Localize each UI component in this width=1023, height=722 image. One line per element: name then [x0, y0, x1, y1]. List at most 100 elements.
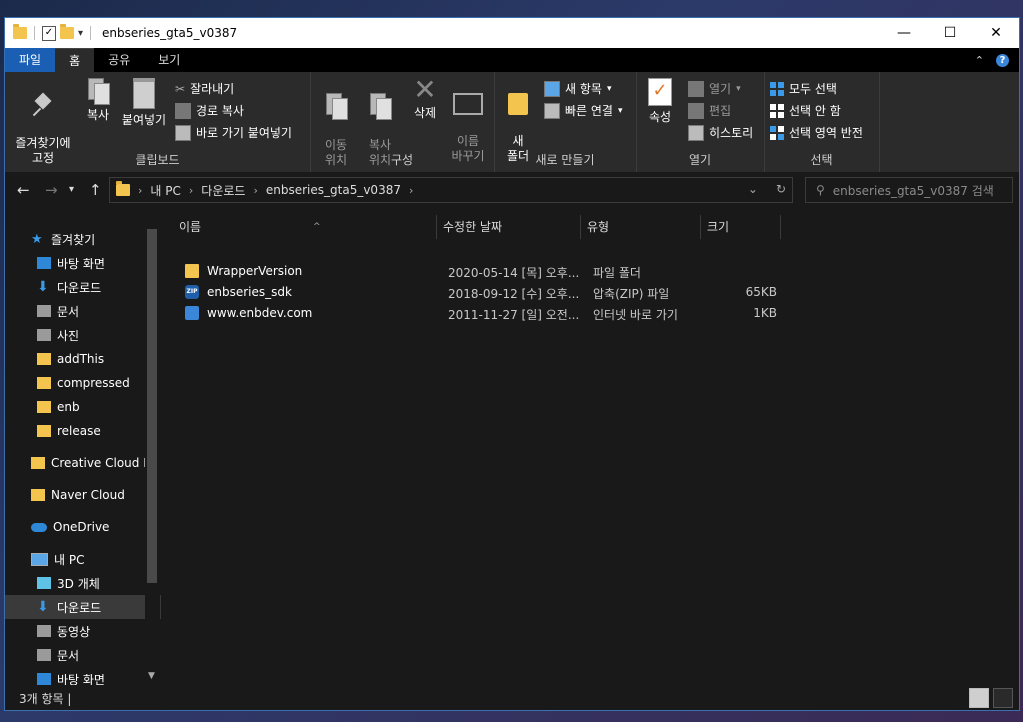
- select-none-icon: [770, 103, 784, 118]
- file-list: 이름 ^ 수정한 날짜 유형 크기 WrapperVersion 2020-05…: [161, 207, 1019, 685]
- document-icon: [37, 649, 51, 661]
- breadcrumb-this-pc[interactable]: 내 PC: [150, 182, 180, 199]
- download-arrow-icon: ⬇: [37, 279, 49, 295]
- nav-this-pc[interactable]: 내 PC: [5, 547, 161, 571]
- select-all-button[interactable]: 모두 선택: [770, 80, 837, 97]
- large-icons-view-button[interactable]: [993, 688, 1013, 708]
- edit-button[interactable]: 편집: [688, 102, 731, 119]
- select-group-label: 선택: [810, 153, 833, 167]
- navigation-pane: ★ 즐겨찾기 바탕 화면 📌 ⬇ 다운로드 📌 문서 📌 사진 📌 addThi…: [5, 215, 161, 685]
- folder-icon: [31, 489, 45, 501]
- paste-button[interactable]: 붙여넣기: [119, 78, 169, 128]
- copy-path-button[interactable]: 경로 복사: [175, 102, 244, 119]
- breadcrumb-downloads[interactable]: 다운로드: [201, 182, 245, 199]
- window-title: enbseries_gta5_v0387: [102, 26, 238, 40]
- nav-item-3d-objects[interactable]: 3D 개체: [5, 571, 161, 595]
- tab-share[interactable]: 공유: [94, 48, 144, 72]
- tab-view[interactable]: 보기: [144, 48, 194, 72]
- nav-item-enb[interactable]: enb: [5, 395, 161, 419]
- column-header-date[interactable]: 수정한 날짜: [437, 215, 581, 239]
- tab-home[interactable]: 홈: [55, 47, 95, 73]
- collapse-ribbon-icon[interactable]: ⌃: [975, 54, 984, 67]
- cut-button[interactable]: ✂ 잘라내기: [175, 80, 234, 97]
- folder-icon: [37, 425, 51, 437]
- chevron-down-icon: ▾: [736, 83, 741, 94]
- nav-item-release[interactable]: release: [5, 419, 161, 443]
- chevron-right-icon[interactable]: ›: [138, 184, 142, 197]
- nav-item-videos[interactable]: 동영상: [5, 619, 161, 643]
- column-header-name[interactable]: 이름 ^: [173, 215, 437, 239]
- ribbon-tabs: 파일 홈 공유 보기 ⌃ ?: [5, 47, 1019, 73]
- move-to-icon: [326, 93, 348, 120]
- copy-icon: [88, 78, 110, 105]
- nav-naver-cloud[interactable]: Naver Cloud: [5, 483, 161, 507]
- chevron-right-icon[interactable]: ›: [409, 184, 413, 197]
- chevron-right-icon[interactable]: ›: [253, 184, 257, 197]
- properties-button[interactable]: ✓ 속성: [642, 78, 678, 125]
- nav-item-pc-documents[interactable]: 문서: [5, 643, 161, 667]
- nav-item-documents[interactable]: 문서 📌: [5, 299, 161, 323]
- breadcrumb-current-folder[interactable]: enbseries_gta5_v0387: [266, 183, 401, 197]
- nav-item-desktop[interactable]: 바탕 화면 📌: [5, 251, 161, 275]
- folder-icon: [13, 24, 27, 39]
- search-box[interactable]: ⚲ enbseries_gta5_v0387 검색: [805, 177, 1013, 203]
- nav-creative-cloud[interactable]: Creative Cloud Fil: [5, 451, 161, 475]
- file-row-wrapperversion[interactable]: WrapperVersion 2020-05-14 [목] 오후... 파일 폴…: [179, 261, 779, 282]
- maximize-button[interactable]: ☐: [927, 18, 973, 48]
- file-date: 2011-11-27 [일] 오전...: [448, 308, 580, 322]
- details-view-button[interactable]: [969, 688, 989, 708]
- delete-button[interactable]: ✕ 삭제: [408, 73, 442, 121]
- tab-file[interactable]: 파일: [5, 48, 56, 72]
- file-type: 인터넷 바로 가기: [593, 308, 678, 322]
- column-header-size[interactable]: 크기: [701, 215, 781, 239]
- back-button[interactable]: ←: [17, 181, 30, 199]
- history-button[interactable]: 히스토리: [688, 124, 753, 141]
- paste-shortcut-button[interactable]: 바로 가기 붙여넣기: [175, 124, 292, 141]
- new-item-icon: [544, 80, 560, 97]
- sort-ascending-icon: ^: [313, 222, 321, 232]
- nav-scrollbar-thumb[interactable]: [147, 229, 157, 583]
- address-bar-row: ← → ▾ ↑ › 내 PC › 다운로드 › enbseries_gta5_v…: [5, 173, 1019, 207]
- file-row-enbseries-sdk[interactable]: ZIP enbseries_sdk 2018-09-12 [수] 오후... 압…: [179, 282, 779, 303]
- organize-group-label: 구성: [390, 153, 414, 167]
- minimize-button[interactable]: —: [881, 18, 927, 48]
- address-dropdown-icon[interactable]: ⌄: [748, 182, 758, 196]
- up-button[interactable]: ↑: [89, 181, 102, 199]
- pin-icon: [34, 93, 52, 117]
- star-icon: ★: [31, 231, 43, 247]
- new-folder-quick-icon[interactable]: [60, 24, 74, 39]
- nav-item-pc-desktop[interactable]: 바탕 화면: [5, 667, 161, 685]
- select-none-button[interactable]: 선택 안 함: [770, 102, 841, 119]
- properties-quick-icon[interactable]: ✓: [42, 25, 56, 41]
- file-row-enbdev-link[interactable]: www.enbdev.com 2011-11-27 [일] 오전... 인터넷 …: [179, 303, 779, 324]
- 3d-objects-icon: [37, 577, 51, 589]
- nav-item-pictures[interactable]: 사진 📌: [5, 323, 161, 347]
- delete-icon: ✕: [413, 73, 437, 106]
- edit-icon: [688, 102, 704, 119]
- nav-onedrive[interactable]: OneDrive: [5, 515, 161, 539]
- new-item-button[interactable]: 새 항목 ▾: [544, 80, 611, 97]
- open-button[interactable]: 열기 ▾: [688, 80, 741, 97]
- easy-access-button[interactable]: 빠른 연결 ▾: [544, 102, 623, 119]
- nav-item-compressed[interactable]: compressed: [5, 371, 161, 395]
- help-icon[interactable]: ?: [996, 53, 1009, 67]
- customize-dropdown-icon[interactable]: ▾: [78, 28, 83, 39]
- close-button[interactable]: ✕: [973, 18, 1019, 48]
- folder-icon: [37, 353, 51, 365]
- separator: [90, 26, 92, 40]
- forward-button[interactable]: →: [45, 181, 58, 199]
- copy-button[interactable]: 복사: [81, 78, 115, 123]
- address-bar[interactable]: › 내 PC › 다운로드 › enbseries_gta5_v0387 › ⌄…: [109, 177, 793, 203]
- column-header-type[interactable]: 유형: [581, 215, 701, 239]
- scroll-down-icon[interactable]: ▼: [148, 671, 155, 681]
- refresh-icon[interactable]: ↻: [776, 182, 786, 196]
- nav-item-pc-downloads[interactable]: ⬇ 다운로드: [5, 595, 161, 619]
- invert-selection-button[interactable]: 선택 영역 반전: [770, 124, 863, 141]
- nav-quick-access[interactable]: ★ 즐겨찾기: [5, 227, 161, 251]
- chevron-right-icon[interactable]: ›: [189, 184, 193, 197]
- new-group-label: 새로 만들기: [535, 153, 595, 167]
- recent-locations-dropdown[interactable]: ▾: [69, 184, 74, 195]
- desktop-icon: [37, 257, 51, 269]
- nav-item-addthis[interactable]: addThis: [5, 347, 161, 371]
- nav-item-downloads[interactable]: ⬇ 다운로드 📌: [5, 275, 161, 299]
